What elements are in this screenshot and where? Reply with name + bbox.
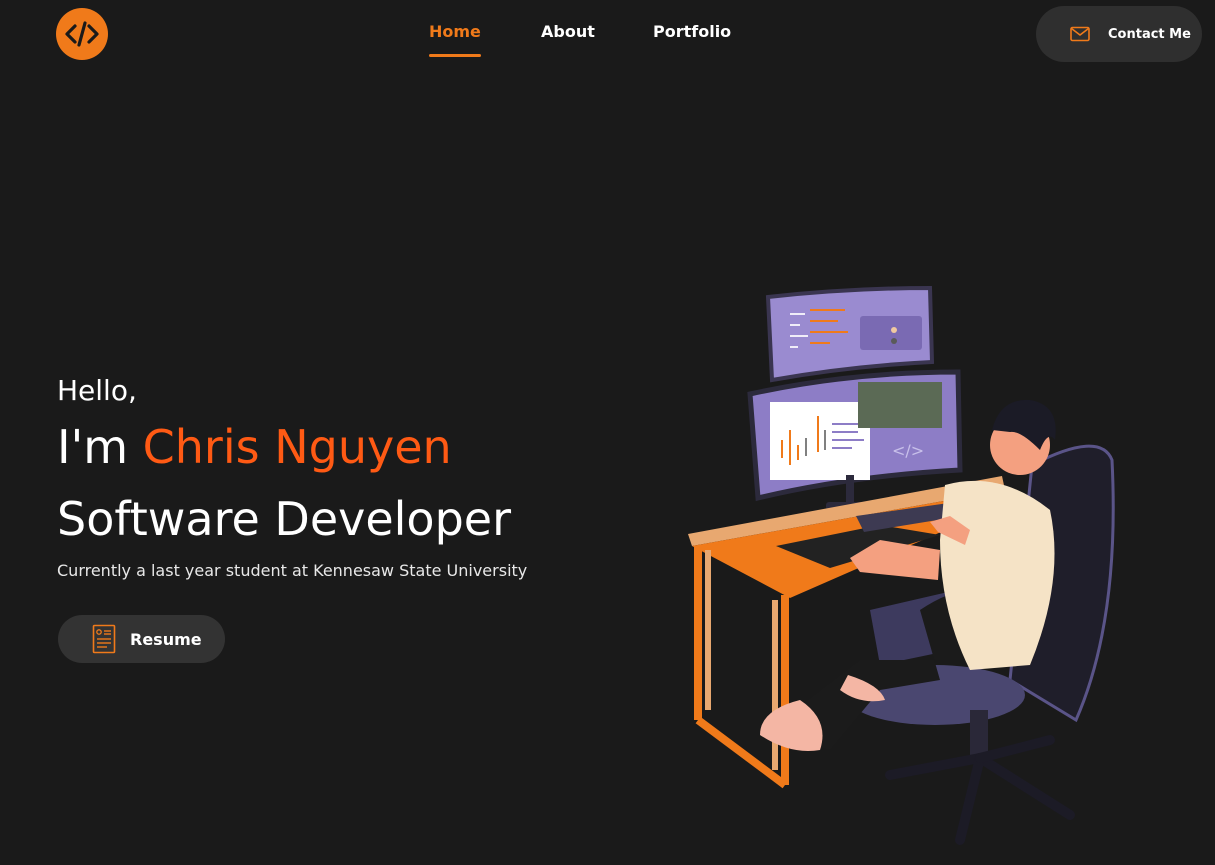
hero-role: Software Developer [57, 492, 511, 546]
developer-at-desk-illustration: </> [680, 280, 1130, 855]
nav-about-link[interactable]: About [541, 22, 595, 41]
main-nav: Home About Portfolio [0, 22, 1215, 62]
hero-name-line: I'm Chris Nguyen [57, 420, 452, 474]
hero-intro-prefix: I'm [57, 420, 129, 474]
contact-me-label: Contact Me [1108, 26, 1191, 42]
contact-me-button[interactable]: Contact Me [1036, 6, 1202, 62]
hero-subtitle: Currently a last year student at Kennesa… [57, 561, 528, 580]
svg-text:</>: </> [892, 441, 924, 460]
resume-label: Resume [130, 629, 202, 649]
nav-home-link[interactable]: Home [429, 22, 481, 57]
resume-document-icon [92, 624, 116, 654]
mail-icon [1070, 26, 1090, 42]
nav-portfolio-link[interactable]: Portfolio [653, 22, 731, 41]
hero-greeting: Hello, [57, 374, 137, 407]
illustration-svg: </> [688, 285, 1115, 845]
hero-name: Chris Nguyen [142, 420, 452, 474]
resume-button[interactable]: Resume [58, 615, 225, 663]
